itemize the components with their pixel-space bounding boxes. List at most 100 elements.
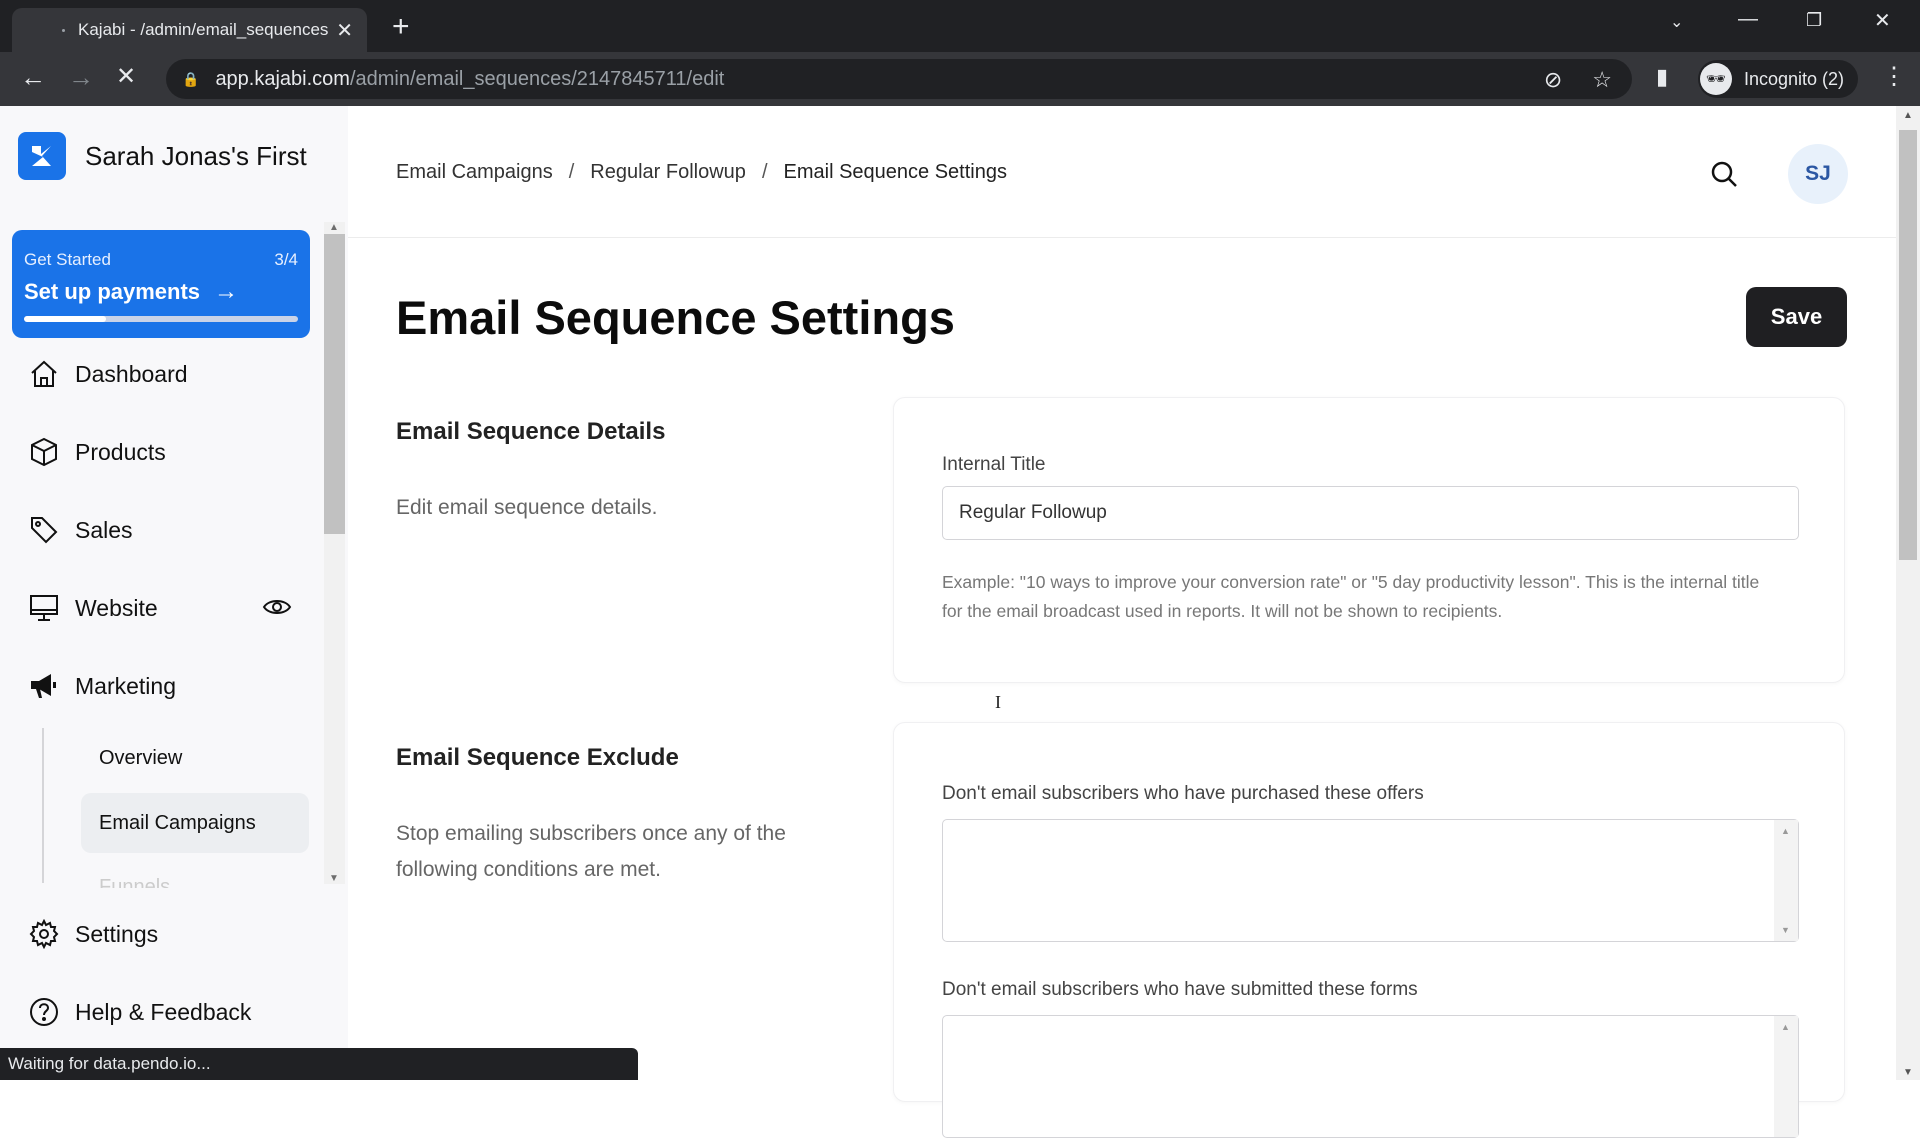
- sidebar-item-website[interactable]: Website: [28, 592, 158, 624]
- browser-toolbar: ← → ✕ 🔒 app.kajabi.com /admin/email_sequ…: [0, 52, 1920, 106]
- scroll-up-icon[interactable]: ▲: [1781, 1022, 1790, 1032]
- get-started-card[interactable]: Get Started 3/4 Set up payments →: [12, 230, 310, 338]
- sidebar-item-settings[interactable]: Settings: [28, 918, 158, 950]
- scroll-down-icon[interactable]: ▼: [1781, 925, 1790, 935]
- text-cursor-icon: I: [995, 692, 1001, 712]
- close-window-icon[interactable]: ✕: [1874, 8, 1891, 33]
- sidebar-subitem-label: Email Campaigns: [99, 811, 256, 834]
- restore-icon[interactable]: ❐: [1806, 10, 1822, 31]
- scroll-down-icon[interactable]: ▼: [1903, 1067, 1913, 1078]
- browser-chrome: Kajabi - /admin/email_sequences ✕ + ⌄ — …: [0, 0, 1920, 106]
- close-tab-icon[interactable]: ✕: [336, 18, 353, 43]
- section-description-details: Edit email sequence details.: [396, 496, 658, 519]
- details-card: Internal Title Example: "10 ways to impr…: [893, 397, 1845, 683]
- megaphone-icon: [28, 670, 60, 702]
- browser-status-bar: Waiting for data.pendo.io...: [0, 1048, 638, 1080]
- tab-title: Kajabi - /admin/email_sequences: [78, 20, 329, 39]
- new-tab-icon[interactable]: +: [392, 10, 410, 44]
- minimize-icon[interactable]: —: [1738, 8, 1758, 31]
- sidebar: Sarah Jonas's First Get Started 3/4 Set …: [0, 106, 348, 1080]
- box-icon: [28, 436, 60, 468]
- browser-tab[interactable]: Kajabi - /admin/email_sequences ✕: [12, 8, 367, 52]
- breadcrumb: Email Campaigns / Regular Followup / Ema…: [396, 161, 1007, 184]
- home-icon: [28, 358, 60, 390]
- sidebar-scrollbar-thumb[interactable]: [324, 234, 345, 534]
- incognito-icon: 🕶: [1700, 63, 1732, 95]
- back-icon[interactable]: ←: [20, 62, 46, 93]
- section-description-exclude: Stop emailing subscribers once any of th…: [396, 822, 786, 881]
- sidebar-item-help-feedback[interactable]: Help & Feedback: [28, 996, 251, 1028]
- url-host: app.kajabi.com: [215, 67, 350, 90]
- offers-exclude-select[interactable]: ▲ ▼: [942, 819, 1799, 942]
- section-title-exclude: Email Sequence Exclude: [396, 744, 679, 771]
- forms-exclude-select[interactable]: ▲: [942, 1015, 1799, 1138]
- sidebar-subitem-email-campaigns[interactable]: Email Campaigns: [81, 793, 309, 853]
- avatar[interactable]: SJ: [1788, 144, 1848, 204]
- get-started-progress: [24, 316, 298, 322]
- incognito-profile-button[interactable]: 🕶 Incognito (2): [1698, 60, 1859, 98]
- sidebar-item-label: Settings: [75, 920, 159, 947]
- tracking-blocked-eye-icon[interactable]: ⊘: [1544, 67, 1562, 93]
- tab-loading-indicator: [62, 29, 65, 32]
- sidebar-item-label: Sales: [75, 516, 133, 543]
- breadcrumb-email-campaigns[interactable]: Email Campaigns: [396, 161, 553, 184]
- sidebar-scrollbar[interactable]: ▲ ▼: [324, 222, 345, 884]
- sidebar-item-sales[interactable]: Sales: [28, 514, 133, 546]
- sidebar-subitem-overview[interactable]: Overview: [81, 728, 309, 788]
- search-icon[interactable]: [1710, 160, 1738, 193]
- forward-icon[interactable]: →: [68, 62, 94, 93]
- page-scrollbar-thumb[interactable]: [1899, 130, 1917, 560]
- submenu-line: [42, 728, 44, 883]
- incognito-label: Incognito (2): [1744, 68, 1845, 89]
- site-name: Sarah Jonas's First: [85, 140, 307, 171]
- breadcrumb-current: Email Sequence Settings: [783, 161, 1007, 183]
- get-started-action: Set up payments: [24, 279, 201, 304]
- sidebar-item-label: Dashboard: [75, 360, 188, 387]
- sidebar-item-marketing[interactable]: Marketing: [28, 670, 176, 702]
- page-scrollbar[interactable]: ▲ ▼: [1896, 106, 1920, 1080]
- bookmark-star-icon[interactable]: ☆: [1592, 67, 1612, 93]
- internal-title-label: Internal Title: [942, 454, 1046, 475]
- arrow-right-icon: →: [214, 278, 239, 305]
- side-panel-icon[interactable]: ▮: [1656, 64, 1668, 90]
- sidebar-subitem-label: Overview: [99, 746, 183, 769]
- sidebar-item-products[interactable]: Products: [28, 436, 166, 468]
- sidebar-item-label: Products: [75, 438, 166, 465]
- browser-menu-icon[interactable]: ⋮: [1882, 62, 1906, 91]
- sidebar-item-label: Marketing: [75, 672, 176, 699]
- offers-select-scrollbar[interactable]: ▲ ▼: [1774, 820, 1798, 941]
- save-button[interactable]: Save: [1746, 287, 1847, 347]
- sidebar-subitem-label: Funnels: [99, 876, 171, 888]
- page-title: Email Sequence Settings: [396, 291, 955, 344]
- scroll-up-icon[interactable]: ▲: [1781, 826, 1790, 836]
- sidebar-item-dashboard[interactable]: Dashboard: [28, 358, 188, 390]
- scroll-down-icon[interactable]: ▼: [329, 873, 339, 884]
- get-started-step: 3/4: [274, 250, 298, 269]
- lock-icon: 🔒: [182, 70, 200, 87]
- sidebar-subitem-funnels[interactable]: Funnels: [99, 876, 170, 888]
- main-content: Email Campaigns / Regular Followup / Ema…: [348, 106, 1898, 1138]
- preview-eye-icon[interactable]: [262, 592, 292, 627]
- forms-select-scrollbar[interactable]: ▲: [1774, 1016, 1798, 1137]
- breadcrumb-separator: /: [568, 161, 575, 183]
- monitor-icon: [28, 592, 60, 624]
- url-path: /admin/email_sequences/2147845711/edit: [349, 67, 725, 90]
- offers-exclude-label: Don't email subscribers who have purchas…: [942, 783, 1424, 804]
- brand[interactable]: Sarah Jonas's First: [18, 132, 307, 180]
- tab-search-icon[interactable]: ⌄: [1670, 12, 1683, 32]
- internal-title-help-text: Example: "10 ways to improve your conver…: [942, 572, 1760, 621]
- section-title-details: Email Sequence Details: [396, 418, 666, 445]
- get-started-progress-fill: [24, 316, 107, 322]
- scroll-up-icon[interactable]: ▲: [329, 222, 339, 233]
- get-started-label: Get Started: [24, 250, 111, 269]
- stop-loading-icon[interactable]: ✕: [116, 62, 136, 91]
- internal-title-input[interactable]: [942, 486, 1799, 540]
- header-divider: [348, 237, 1898, 238]
- sidebar-item-label: Website: [75, 594, 158, 621]
- address-bar[interactable]: 🔒 app.kajabi.com /admin/email_sequences/…: [166, 59, 1632, 99]
- forms-exclude-label: Don't email subscribers who have submitt…: [942, 979, 1418, 1000]
- breadcrumb-regular-followup[interactable]: Regular Followup: [590, 161, 746, 184]
- sidebar-item-label: Help & Feedback: [75, 998, 252, 1025]
- scroll-up-icon[interactable]: ▲: [1903, 110, 1913, 121]
- tag-icon: [28, 514, 60, 546]
